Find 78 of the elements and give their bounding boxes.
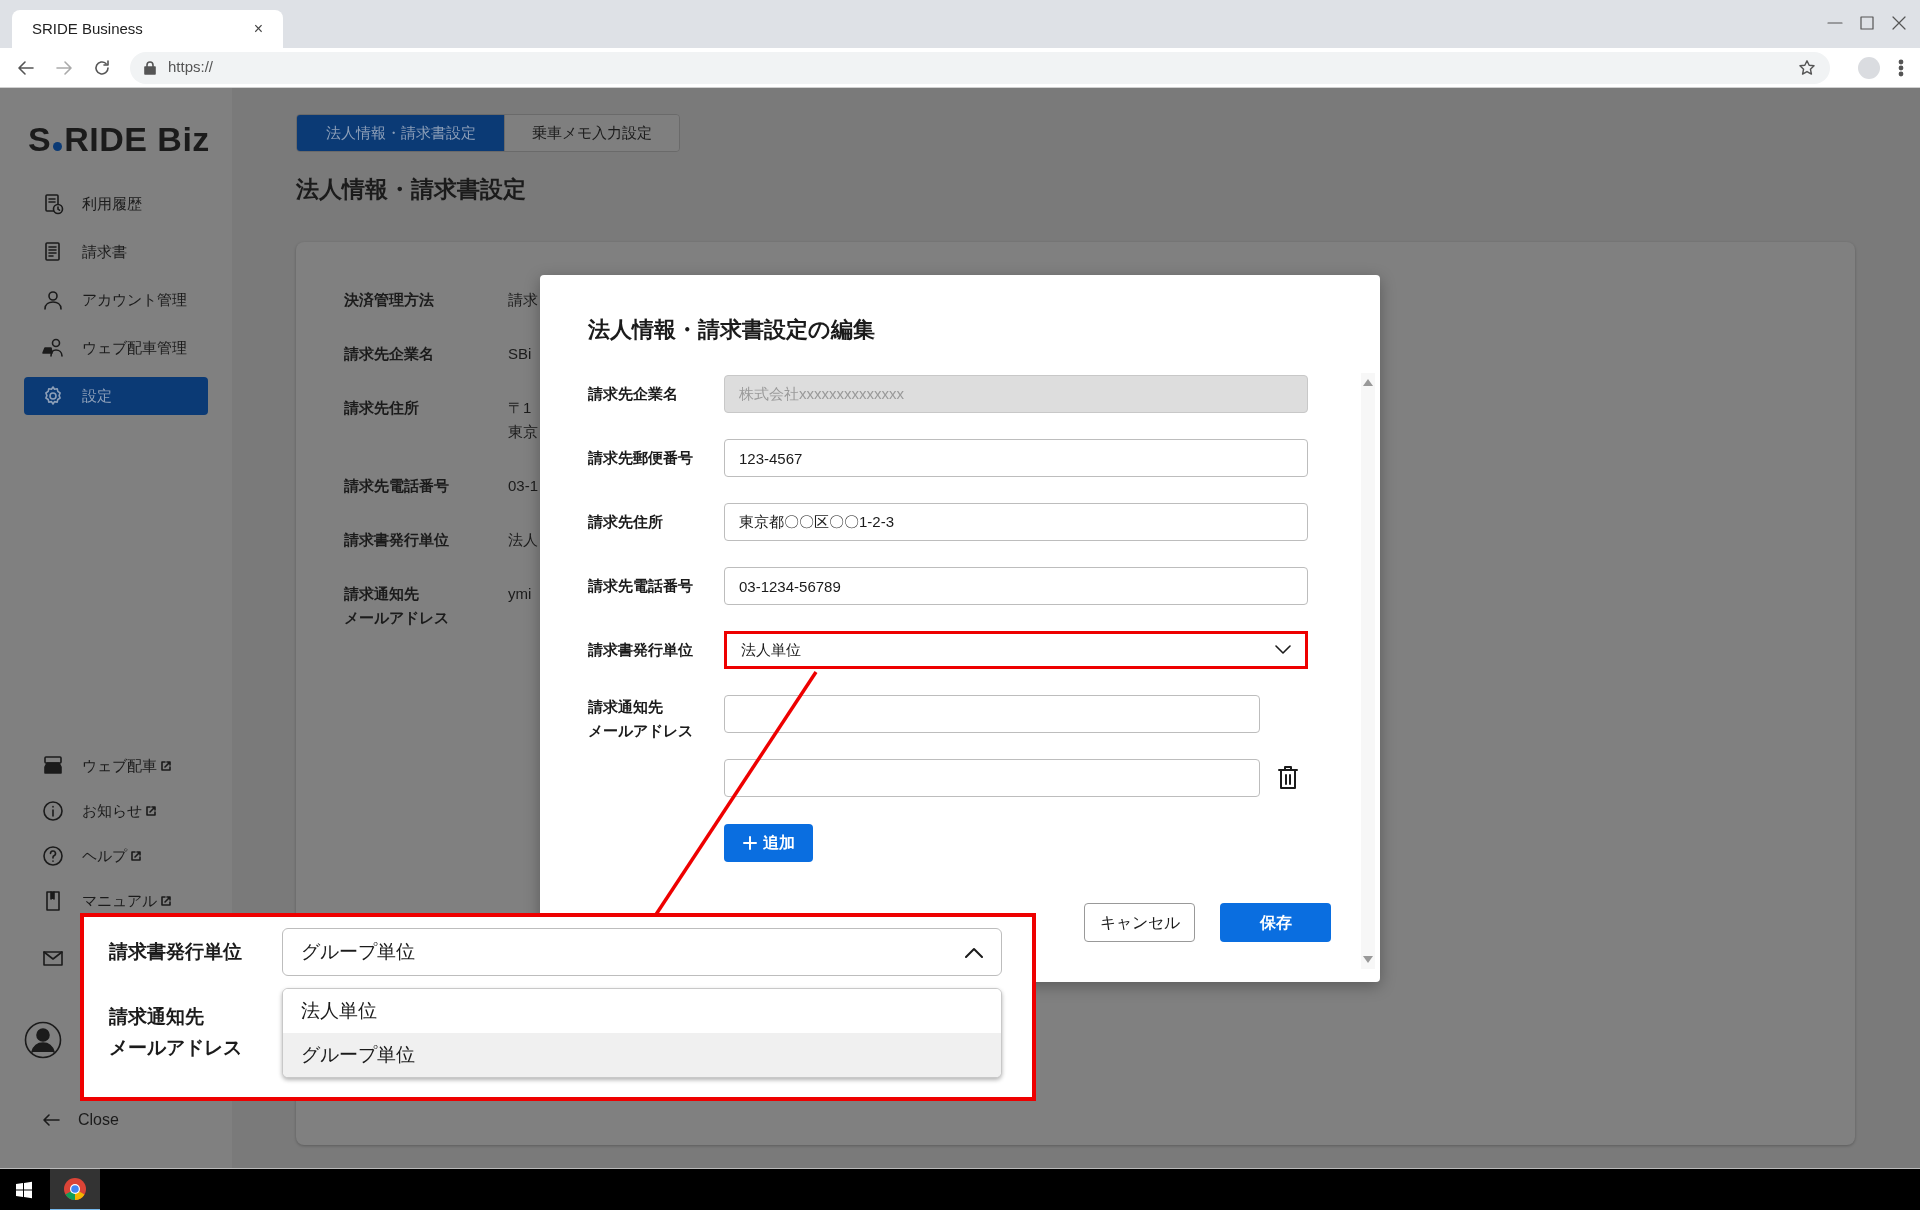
email-input-field[interactable] bbox=[724, 759, 1260, 797]
field-label: 請求書発行単位 bbox=[109, 939, 243, 964]
sidebar-link[interactable]: マニュアル bbox=[24, 891, 208, 911]
info-icon bbox=[42, 800, 64, 822]
history-icon bbox=[42, 193, 64, 215]
sidebar-item[interactable]: 利用履歴 bbox=[24, 185, 208, 223]
person-car-icon bbox=[42, 337, 64, 359]
add-button[interactable]: 追加 bbox=[724, 824, 813, 862]
taskbar-app[interactable] bbox=[50, 1168, 100, 1210]
scrollbar[interactable] bbox=[1361, 373, 1375, 969]
browser-icon bbox=[63, 1176, 87, 1201]
field-value: ymi bbox=[508, 583, 532, 604]
chevron-up-icon bbox=[965, 946, 983, 958]
maximize-icon[interactable] bbox=[1858, 14, 1876, 32]
tab[interactable]: 乗車メモ入力設定 bbox=[504, 115, 679, 151]
windows-icon[interactable] bbox=[15, 1180, 33, 1199]
chevron-down-icon bbox=[1275, 645, 1291, 655]
sidebar-link[interactable]: お知らせ bbox=[24, 801, 208, 821]
sidebar-link[interactable]: ヘルプ bbox=[24, 846, 208, 866]
save-button[interactable]: 保存 bbox=[1220, 903, 1331, 942]
field-label: メールアドレス bbox=[109, 1036, 243, 1060]
help-icon bbox=[42, 845, 64, 867]
select-field[interactable]: 法人単位 bbox=[724, 631, 1308, 669]
address-bar[interactable]: https:// bbox=[130, 51, 1830, 84]
scroll-down-icon[interactable] bbox=[1363, 956, 1373, 963]
sidebar-item[interactable]: 設定 bbox=[24, 377, 208, 415]
page-title: 法人情報・請求書設定 bbox=[296, 175, 527, 204]
field-label: 請求先住所 bbox=[344, 397, 420, 418]
reload-icon[interactable] bbox=[92, 57, 112, 78]
field-label: 請求先住所 bbox=[588, 512, 664, 532]
more-icon[interactable] bbox=[1898, 58, 1904, 77]
dropdown-option[interactable]: グループ単位 bbox=[283, 1033, 1001, 1077]
arrow-left-icon bbox=[42, 1113, 60, 1127]
field-value: 03-1 bbox=[508, 475, 539, 496]
field-label: 請求先郵便番号 bbox=[588, 448, 694, 468]
field-label: 決済管理方法 bbox=[344, 289, 435, 310]
plus-icon bbox=[742, 836, 757, 850]
sidebar-item[interactable]: アカウント管理 bbox=[24, 281, 208, 319]
scroll-up-icon[interactable] bbox=[1363, 379, 1373, 386]
dialog-title: 法人情報・請求書設定の編集 bbox=[588, 316, 876, 344]
trash-icon[interactable] bbox=[1278, 766, 1298, 790]
close-link[interactable]: Close bbox=[0, 1101, 232, 1139]
field-label: 請求先企業名 bbox=[344, 343, 435, 364]
email-input-field[interactable] bbox=[724, 695, 1260, 733]
field-label: メールアドレス bbox=[344, 607, 450, 628]
browser-tab[interactable]: SRIDE Business × bbox=[12, 10, 283, 48]
field-label: 請求通知先 bbox=[344, 583, 420, 604]
field-value: 〒1 東京 bbox=[508, 397, 538, 442]
logo: S RIDE Biz bbox=[28, 119, 211, 160]
field-label: 請求書発行単位 bbox=[344, 529, 450, 550]
sidebar-item[interactable]: ウェブ配車管理 bbox=[24, 329, 208, 367]
field-label: 請求先電話番号 bbox=[588, 576, 694, 596]
close-icon[interactable] bbox=[1890, 14, 1908, 32]
car-icon bbox=[42, 755, 64, 777]
avatar-icon[interactable] bbox=[24, 1021, 62, 1059]
field-value: 法人 bbox=[508, 529, 538, 550]
select-field[interactable]: グループ単位 bbox=[282, 928, 1002, 976]
input-field[interactable]: 03-1234-56789 bbox=[724, 567, 1308, 605]
field-label: 請求先電話番号 bbox=[344, 475, 450, 496]
sidebar-item[interactable]: 請求書 bbox=[24, 233, 208, 271]
dropdown-option[interactable]: 法人単位 bbox=[283, 989, 1001, 1033]
person-icon bbox=[42, 289, 64, 311]
field-label: 請求通知先 bbox=[109, 1005, 205, 1029]
sidebar-link[interactable]: ウェブ配車 bbox=[24, 756, 208, 776]
settings-icon bbox=[42, 385, 64, 407]
input-field[interactable]: 東京都〇〇区〇〇1-2-3 bbox=[724, 503, 1308, 541]
cancel-button[interactable]: キャンセル bbox=[1084, 903, 1195, 942]
field-value: SBi bbox=[508, 343, 532, 364]
star-icon[interactable] bbox=[1798, 58, 1816, 77]
field-label: メールアドレス bbox=[588, 721, 694, 741]
field-label: 請求先企業名 bbox=[588, 384, 679, 404]
input-field[interactable]: 123-4567 bbox=[724, 439, 1308, 477]
lock-icon bbox=[144, 60, 156, 75]
field-label: 請求書発行単位 bbox=[588, 640, 694, 660]
close-icon[interactable]: × bbox=[253, 17, 263, 41]
field-value: 請求 bbox=[508, 289, 538, 310]
tab[interactable]: 法人情報・請求書設定 bbox=[297, 115, 504, 151]
field-label: 請求通知先 bbox=[588, 697, 664, 717]
